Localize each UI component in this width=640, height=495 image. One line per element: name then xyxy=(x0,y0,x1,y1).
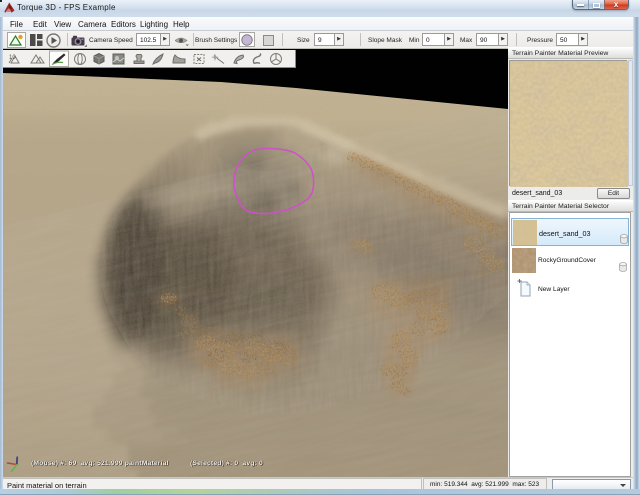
svg-text:10: 10 xyxy=(9,55,16,61)
